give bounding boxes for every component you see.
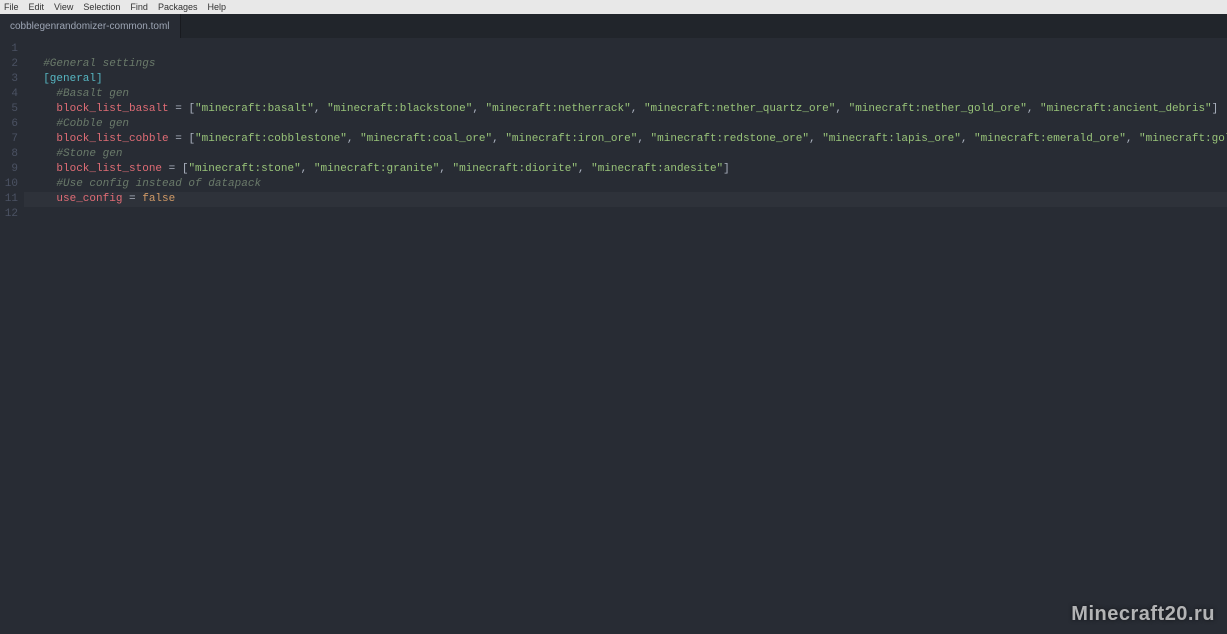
token: , xyxy=(492,133,505,145)
token: block_list_basalt xyxy=(56,103,168,115)
token: "minecraft:nether_quartz_ore" xyxy=(644,103,835,115)
code-line[interactable]: #General settings xyxy=(24,57,1227,72)
line-number: 12 xyxy=(0,207,24,222)
line-number: 3 xyxy=(0,72,24,87)
token: "minecraft:netherrack" xyxy=(486,103,631,115)
line-number: 2 xyxy=(0,57,24,72)
line-number: 8 xyxy=(0,147,24,162)
token: #Stone gen xyxy=(56,148,122,160)
menu-item-help[interactable]: Help xyxy=(207,2,226,12)
tab-bar: cobblegenrandomizer-common.toml xyxy=(0,14,1227,38)
menu-bar: File Edit View Selection Find Packages Help xyxy=(0,0,1227,14)
tab-active[interactable]: cobblegenrandomizer-common.toml xyxy=(0,14,181,38)
token: , xyxy=(1126,133,1139,145)
menu-item-view[interactable]: View xyxy=(54,2,73,12)
token: , xyxy=(809,133,822,145)
code-line[interactable]: #Basalt gen xyxy=(24,87,1227,102)
token: #General settings xyxy=(43,58,155,70)
code-area[interactable]: #General settings [general] #Basalt gen … xyxy=(24,38,1227,634)
line-number: 9 xyxy=(0,162,24,177)
token: ] xyxy=(723,163,730,175)
token: [general] xyxy=(43,73,102,85)
menu-item-edit[interactable]: Edit xyxy=(29,2,45,12)
token: , xyxy=(578,163,591,175)
code-line[interactable]: block_list_stone = ["minecraft:stone", "… xyxy=(24,162,1227,177)
token: ] xyxy=(1212,103,1219,115)
token: block_list_stone xyxy=(56,163,162,175)
token: false xyxy=(142,193,175,205)
menu-item-find[interactable]: Find xyxy=(130,2,148,12)
gutter: 123456789101112 xyxy=(0,38,24,634)
token: "minecraft:gold_ore" xyxy=(1139,133,1227,145)
menu-item-selection[interactable]: Selection xyxy=(83,2,120,12)
editor[interactable]: 123456789101112 #General settings [gener… xyxy=(0,38,1227,634)
menu-item-packages[interactable]: Packages xyxy=(158,2,198,12)
token: "minecraft:redstone_ore" xyxy=(651,133,809,145)
line-number: 7 xyxy=(0,132,24,147)
code-line[interactable]: use_config = false xyxy=(24,192,1227,207)
token: , xyxy=(961,133,974,145)
token: #Use config instead of datapack xyxy=(56,178,261,190)
token: = xyxy=(169,103,189,115)
line-number: 5 xyxy=(0,102,24,117)
token: , xyxy=(835,103,848,115)
token: #Basalt gen xyxy=(56,88,129,100)
token: "minecraft:iron_ore" xyxy=(505,133,637,145)
token: "minecraft:blackstone" xyxy=(327,103,472,115)
token: "minecraft:coal_ore" xyxy=(360,133,492,145)
watermark: Minecraft20.ru xyxy=(1071,603,1215,626)
code-line[interactable]: #Stone gen xyxy=(24,147,1227,162)
line-number: 11 xyxy=(0,192,24,207)
token: , xyxy=(439,163,452,175)
token: = xyxy=(169,133,189,145)
line-number: 4 xyxy=(0,87,24,102)
token: "minecraft:granite" xyxy=(314,163,439,175)
tab-label: cobblegenrandomizer-common.toml xyxy=(10,21,170,32)
token: "minecraft:ancient_debris" xyxy=(1040,103,1212,115)
token: "minecraft:stone" xyxy=(188,163,300,175)
token: "minecraft:cobblestone" xyxy=(195,133,347,145)
token: = xyxy=(162,163,182,175)
token: , xyxy=(472,103,485,115)
token: , xyxy=(314,103,327,115)
token: , xyxy=(1027,103,1040,115)
line-number: 1 xyxy=(0,42,24,57)
code-line[interactable]: [general] xyxy=(24,72,1227,87)
token: , xyxy=(347,133,360,145)
code-line[interactable]: block_list_basalt = ["minecraft:basalt",… xyxy=(24,102,1227,117)
token: = xyxy=(122,193,142,205)
token: "minecraft:andesite" xyxy=(591,163,723,175)
menu-item-file[interactable]: File xyxy=(4,2,19,12)
token: , xyxy=(301,163,314,175)
code-line[interactable] xyxy=(24,207,1227,222)
token: "minecraft:diorite" xyxy=(453,163,578,175)
code-line[interactable]: block_list_cobble = ["minecraft:cobblest… xyxy=(24,132,1227,147)
token: "minecraft:nether_gold_ore" xyxy=(849,103,1027,115)
token: block_list_cobble xyxy=(56,133,168,145)
token: use_config xyxy=(56,193,122,205)
token: "minecraft:emerald_ore" xyxy=(974,133,1126,145)
token: , xyxy=(631,103,644,115)
token: #Cobble gen xyxy=(56,118,129,130)
code-line[interactable]: #Cobble gen xyxy=(24,117,1227,132)
code-line[interactable] xyxy=(24,42,1227,57)
code-line[interactable]: #Use config instead of datapack xyxy=(24,177,1227,192)
line-number: 10 xyxy=(0,177,24,192)
token: "minecraft:lapis_ore" xyxy=(822,133,961,145)
token: , xyxy=(637,133,650,145)
line-number: 6 xyxy=(0,117,24,132)
token: "minecraft:basalt" xyxy=(195,103,314,115)
